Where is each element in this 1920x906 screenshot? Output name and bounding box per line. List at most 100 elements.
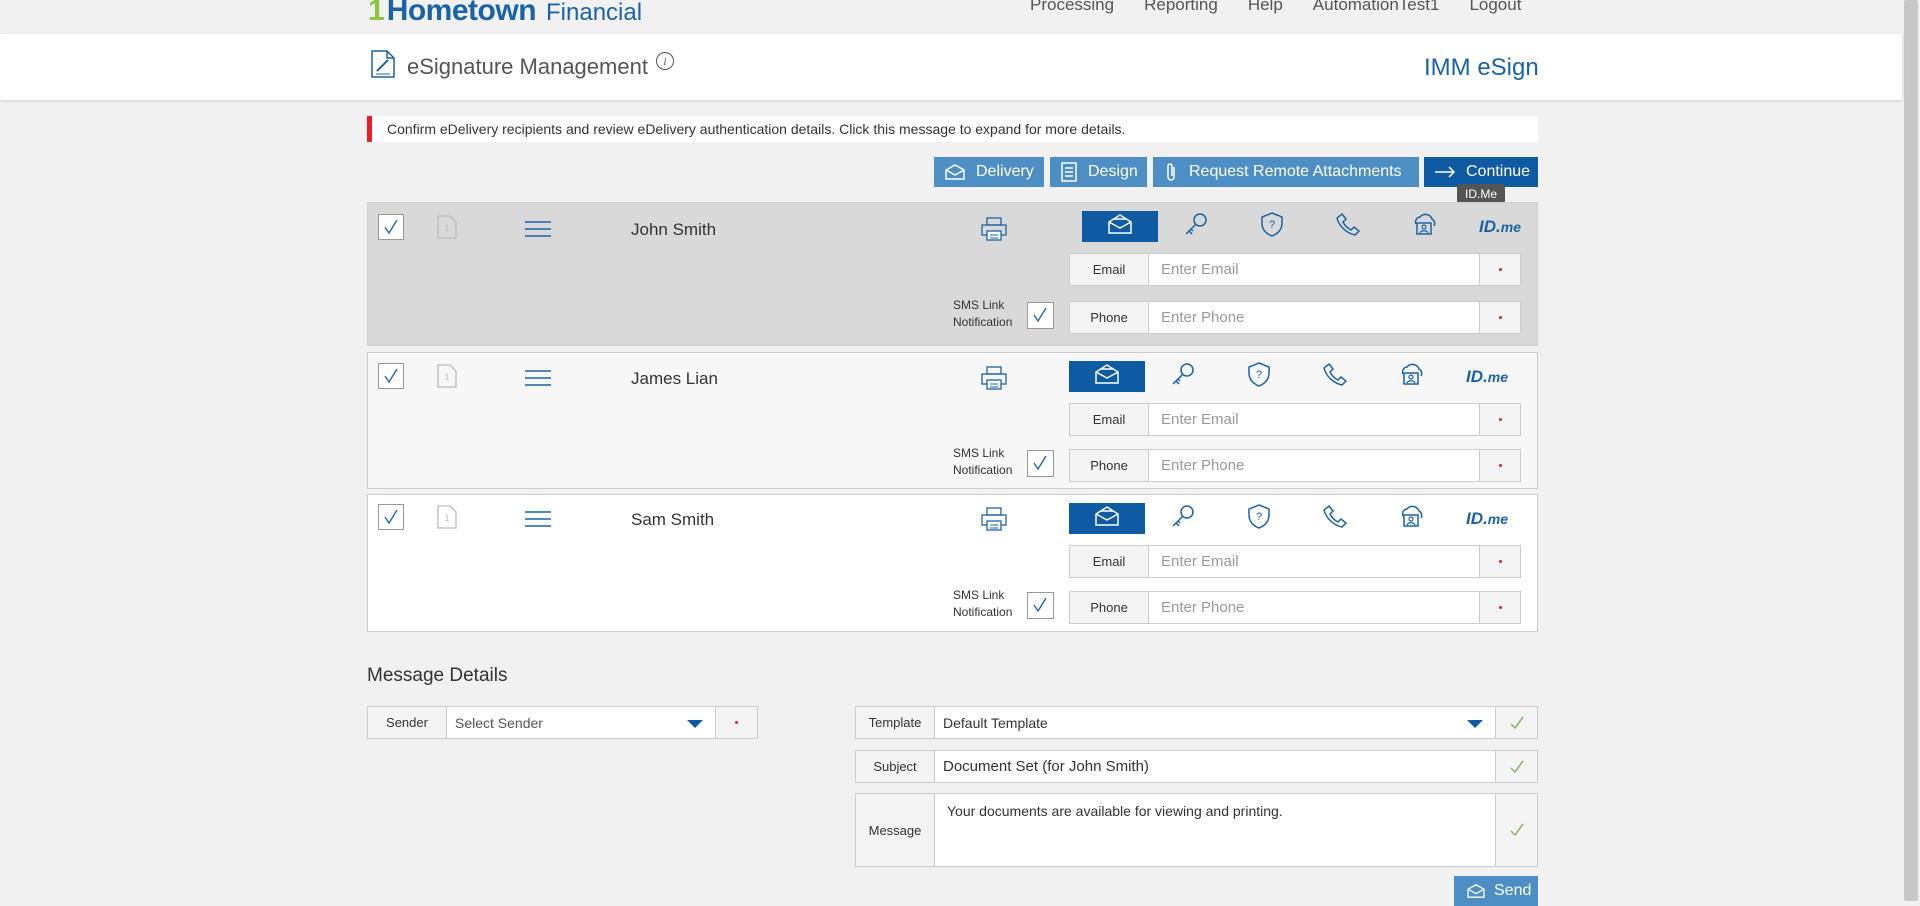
phone-field: Phone Enter Phone [1069,301,1521,334]
recipient-checkbox[interactable] [378,504,404,530]
sender-select-value: Select Sender [455,714,543,731]
recipient-checkbox[interactable] [378,363,404,389]
nav-reporting[interactable]: Reporting [1144,0,1218,15]
delivery-method-idme[interactable]: ID.me [1462,211,1538,242]
email-required-indicator [1479,545,1521,578]
delivery-method-idme[interactable]: ID.me [1449,503,1525,534]
request-remote-attachments-button[interactable]: Request Remote Attachments [1153,157,1419,187]
top-nav: Processing Reporting Help AutomationTest… [1030,0,1551,15]
sms-link-label: SMS Link Notification [953,297,1012,331]
delivery-method-cloud-user[interactable] [1373,361,1449,392]
phone-required-indicator [1479,301,1521,334]
continue-button-label: Continue [1466,163,1531,180]
product-name: IMM eSign [1424,54,1539,81]
email-required-indicator [1479,253,1521,286]
delivery-method-key[interactable] [1158,211,1234,242]
subject-input[interactable]: Document Set (for John Smith) [935,750,1496,783]
continue-button[interactable]: Continue [1424,157,1538,187]
recipient-row[interactable]: 1 Sam Smith? ID.me Email Enter Email SMS L… [367,494,1538,632]
email-input[interactable]: Enter Email [1149,403,1479,436]
svg-text:?: ? [1256,369,1262,381]
message-label: Message [855,793,935,867]
envelope-open-icon [1106,213,1134,240]
delivery-method-phone[interactable] [1297,503,1373,534]
info-icon[interactable]: i [656,52,674,70]
delivery-method-phone[interactable] [1310,211,1386,242]
sender-field: Sender Select Sender [367,706,758,739]
template-select[interactable]: Default Template [935,706,1496,739]
request-remote-attachments-label: Request Remote Attachments [1189,163,1402,180]
document-icon[interactable]: 1 [436,504,458,530]
delivery-method-envelope-open[interactable] [1082,211,1158,242]
sms-notification-checkbox[interactable] [1027,592,1054,619]
idme-me-text: me [1500,218,1521,235]
drag-handle-icon[interactable] [525,510,551,528]
printer-icon[interactable] [980,365,1008,391]
message-field: Message Your documents are available for… [855,793,1538,867]
nav-user[interactable]: AutomationTest1 [1313,0,1440,15]
sms-notification-checkbox[interactable] [1027,450,1054,477]
delivery-method-shield-question[interactable]: ? [1221,361,1297,392]
recipient-row[interactable]: 1 James Lian? ID.me Email Enter Email SMS … [367,352,1538,489]
delivery-button[interactable]: Delivery [934,157,1044,187]
email-input[interactable]: Enter Email [1149,253,1479,286]
nav-processing[interactable]: Processing [1030,0,1114,15]
chevron-down-icon [687,720,703,728]
cloud-user-icon [1397,504,1425,533]
recipient-name: Sam Smith [631,510,715,529]
delivery-method-idme[interactable]: ID.me [1449,361,1525,392]
drag-handle-icon[interactable] [525,220,551,238]
document-icon[interactable]: 1 [436,214,458,240]
idme-logo-icon: ID.me [1466,367,1508,387]
phone-input[interactable]: Enter Phone [1149,591,1479,624]
printer-icon[interactable] [980,506,1008,532]
checkmark-icon [1509,760,1524,773]
scrollbar-thumb[interactable] [1904,0,1918,901]
email-input[interactable]: Enter Email [1149,545,1479,578]
cloud-user-icon [1397,362,1425,391]
sms-link-label-line-2: Notification [953,605,1013,619]
document-count: 1 [444,513,449,523]
subject-field: Subject Document Set (for John Smith) [855,750,1538,783]
delivery-method-key[interactable] [1145,503,1221,534]
recipient-name: John Smith [631,220,717,239]
envelope-open-icon [1093,363,1121,390]
nav-logout[interactable]: Logout [1469,0,1521,15]
idme-me-text: me [1487,368,1508,385]
delivery-method-shield-question[interactable]: ? [1221,503,1297,534]
delivery-method-phone[interactable] [1297,361,1373,392]
phone-icon [1322,503,1348,534]
delivery-method-envelope-open[interactable] [1069,361,1145,392]
drag-handle-icon[interactable] [525,369,551,387]
scrollbar[interactable] [1902,0,1920,901]
phone-input[interactable]: Enter Phone [1149,449,1479,482]
page-title: eSignature Management [407,54,648,79]
delivery-method-cloud-user[interactable] [1373,503,1449,534]
sms-link-label-line-1: SMS Link [953,588,1005,602]
delivery-method-key[interactable] [1145,361,1221,392]
idme-logo-icon: ID.me [1479,217,1521,237]
nav-help[interactable]: Help [1248,0,1283,15]
sender-select[interactable]: Select Sender [447,706,716,739]
template-select-value: Default Template [943,714,1048,731]
alert-message[interactable]: Confirm eDelivery recipients and review … [367,116,1538,142]
recipient-row[interactable]: 1 John Smith? ID.me Email Enter Email SMS … [367,202,1538,346]
design-button[interactable]: Design [1050,157,1147,187]
message-details-title: Message Details [367,665,508,686]
idme-id-text: ID. [1479,216,1501,236]
delivery-method-envelope-open[interactable] [1069,503,1145,534]
svg-text:?: ? [1256,511,1262,523]
recipient-checkbox[interactable] [378,214,404,240]
printer-icon[interactable] [980,216,1008,242]
delivery-method-shield-question[interactable]: ? [1234,211,1310,242]
recipient-name: James Lian [631,369,718,388]
logo[interactable]: 1 Hometown Financial [368,0,642,30]
phone-input[interactable]: Enter Phone [1149,301,1479,334]
document-count: 1 [444,223,449,233]
idme-id-text: ID. [1466,508,1488,528]
message-textarea[interactable]: Your documents are available for viewing… [935,793,1496,867]
delivery-method-cloud-user[interactable] [1386,211,1462,242]
sms-notification-checkbox[interactable] [1027,302,1054,329]
document-icon[interactable]: 1 [436,363,458,389]
send-button[interactable]: Send [1454,876,1538,906]
